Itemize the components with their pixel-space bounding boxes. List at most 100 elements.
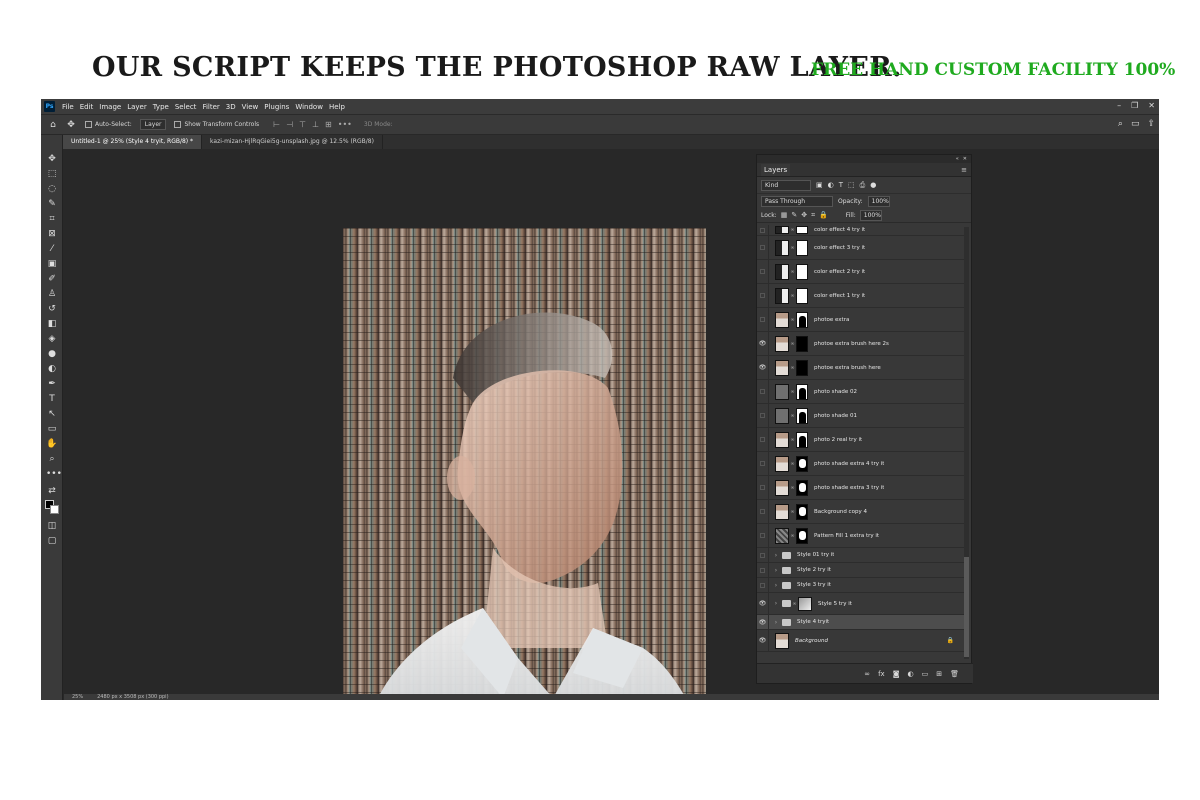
auto-select-checkbox[interactable] <box>85 121 92 128</box>
layers-tab[interactable]: Layers <box>761 163 791 176</box>
eye-icon[interactable]: 👁 <box>757 630 769 651</box>
lock-pixels-icon[interactable]: ▦ <box>781 211 788 220</box>
visibility-toggle[interactable] <box>757 548 769 562</box>
menu-plugins[interactable]: Plugins <box>261 103 292 111</box>
chevron-right-icon[interactable]: › <box>772 600 780 607</box>
menu-view[interactable]: View <box>239 103 262 111</box>
opacity-field[interactable]: 100% <box>867 196 890 207</box>
link-layers-icon[interactable]: ∞ <box>864 670 870 678</box>
type-tool-icon[interactable]: T <box>46 393 58 405</box>
layer-group-row[interactable]: › Style 3 try it <box>757 578 964 593</box>
zoom-tool-icon[interactable]: ⌕ <box>46 453 58 465</box>
close-icon[interactable]: ✕ <box>1148 101 1155 110</box>
eye-icon[interactable]: 👁 <box>757 332 769 355</box>
trash-icon[interactable]: 🗑 <box>950 670 959 678</box>
layer-row[interactable]: ∞ color effect 2 try it <box>757 260 964 284</box>
history-brush-icon[interactable]: ↺ <box>46 303 58 315</box>
eye-icon[interactable]: 👁 <box>757 356 769 379</box>
marquee-tool-icon[interactable]: ⬚ <box>46 168 58 180</box>
visibility-toggle[interactable] <box>757 476 769 499</box>
smart-object-filter-icon[interactable]: ⎙ <box>860 181 866 190</box>
layer-row[interactable]: ∞ photo 2 real try it <box>757 428 964 452</box>
layer-group-row-selected[interactable]: 👁 › Style 4 tryit <box>757 615 964 630</box>
chevron-right-icon[interactable]: › <box>772 567 780 574</box>
layers-scrollbar[interactable] <box>964 227 969 659</box>
pen-tool-icon[interactable]: ✒ <box>46 378 58 390</box>
fx-icon[interactable]: fx <box>878 670 885 678</box>
background-color[interactable] <box>50 505 59 514</box>
scrollbar-thumb[interactable] <box>964 557 969 657</box>
layer-row[interactable]: ∞ photo shade 01 <box>757 404 964 428</box>
auto-select-dropdown[interactable]: Layer <box>139 119 167 130</box>
layer-row[interactable]: ∞ photo shade 02 <box>757 380 964 404</box>
new-layer-icon[interactable]: ⊞ <box>936 670 942 678</box>
menu-image[interactable]: Image <box>96 103 124 111</box>
menu-window[interactable]: Window <box>292 103 326 111</box>
panel-close-icon[interactable]: ✕ <box>963 156 967 162</box>
search-icon[interactable]: ⌕ <box>1118 119 1123 129</box>
lock-artboard-icon[interactable]: ⌗ <box>811 211 815 220</box>
layer-row[interactable]: 👁 ∞ photoe extra brush here 2s <box>757 332 964 356</box>
crop-tool-icon[interactable]: ⌗ <box>46 213 58 225</box>
chevron-right-icon[interactable]: › <box>772 582 780 589</box>
background-layer-row[interactable]: 👁 Background 🔒 <box>757 630 964 652</box>
restore-icon[interactable]: ❐ <box>1131 101 1138 110</box>
zoom-level[interactable]: 25% <box>72 694 83 700</box>
layer-group-row[interactable]: › Style 2 try it <box>757 563 964 578</box>
layer-row[interactable]: ∞ Pattern Fill 1 extra try it <box>757 524 964 548</box>
swap-colors-icon[interactable]: ⇄ <box>46 485 58 497</box>
menu-filter[interactable]: Filter <box>199 103 222 111</box>
align-left-icon[interactable]: ⊢ <box>273 120 280 129</box>
more-options-icon[interactable]: ••• <box>338 120 352 129</box>
more-tools-icon[interactable]: ••• <box>46 468 62 480</box>
tab-untitled-1[interactable]: Untitled-1 @ 25% (Style 4 tryit, RGB/8) … <box>63 135 203 149</box>
workspace-icon[interactable]: ▭ <box>1131 119 1140 129</box>
layer-row[interactable]: ∞ color effect 4 try it <box>757 225 964 236</box>
layer-row[interactable]: ∞ color effect 3 try it <box>757 236 964 260</box>
kind-filter-dropdown[interactable]: Kind <box>761 179 811 191</box>
eye-icon[interactable]: 👁 <box>757 615 769 629</box>
filter-toggle-icon[interactable]: ● <box>870 181 876 190</box>
adjustment-filter-icon[interactable]: ◐ <box>828 181 834 190</box>
home-icon[interactable]: ⌂ <box>47 119 59 131</box>
lock-position-icon[interactable]: ✥ <box>801 211 807 220</box>
healing-tool-icon[interactable]: ▣ <box>46 258 58 270</box>
visibility-toggle[interactable] <box>757 563 769 577</box>
visibility-toggle[interactable] <box>757 260 769 283</box>
frame-tool-icon[interactable]: ⊠ <box>46 228 58 240</box>
menu-help[interactable]: Help <box>326 103 348 111</box>
move-tool-icon[interactable]: ✥ <box>65 119 77 131</box>
align-right-icon[interactable]: ⊤ <box>299 120 306 129</box>
visibility-toggle[interactable] <box>757 236 769 259</box>
type-filter-icon[interactable]: T <box>839 181 843 190</box>
align-top-icon[interactable]: ⊥ <box>312 120 319 129</box>
add-mask-icon[interactable]: ◙ <box>893 670 900 678</box>
blend-mode-dropdown[interactable]: Pass Through <box>761 196 833 207</box>
collapse-icon[interactable]: « <box>956 156 959 162</box>
quick-mask-icon[interactable]: ◫ <box>46 520 58 532</box>
layer-row[interactable]: ∞ photoe extra <box>757 308 964 332</box>
quick-select-tool-icon[interactable]: ✎ <box>46 198 58 210</box>
shape-tool-icon[interactable]: ▭ <box>46 423 58 435</box>
visibility-toggle[interactable] <box>757 428 769 451</box>
move-tool-icon[interactable]: ✥ <box>46 153 58 165</box>
layer-row[interactable]: ∞ Background copy 4 <box>757 500 964 524</box>
panel-menu-icon[interactable]: ≡ <box>961 166 967 174</box>
chevron-right-icon[interactable]: › <box>772 552 780 559</box>
visibility-toggle[interactable] <box>757 452 769 475</box>
minimize-icon[interactable]: – <box>1117 101 1121 110</box>
chevron-right-icon[interactable]: › <box>772 619 780 626</box>
fill-field[interactable]: 100% <box>859 210 882 221</box>
bucket-tool-icon[interactable]: ◈ <box>46 333 58 345</box>
tab-kazi-mizan[interactable]: kazi-mizan-HjlRqGiei5g-unsplash.jpg @ 12… <box>202 135 383 149</box>
visibility-toggle[interactable] <box>757 404 769 427</box>
screen-mode-icon[interactable]: ▢ <box>46 535 58 547</box>
canvas-area[interactable] <box>64 150 1159 700</box>
layer-row[interactable]: ∞ photo shade extra 4 try it <box>757 452 964 476</box>
lock-paint-icon[interactable]: ✎ <box>791 211 797 220</box>
adjustment-layer-icon[interactable]: ◐ <box>908 670 914 678</box>
menu-3d[interactable]: 3D <box>223 103 239 111</box>
dodge-tool-icon[interactable]: ◐ <box>46 363 58 375</box>
stamp-tool-icon[interactable]: ♙ <box>46 288 58 300</box>
visibility-toggle[interactable] <box>757 308 769 331</box>
